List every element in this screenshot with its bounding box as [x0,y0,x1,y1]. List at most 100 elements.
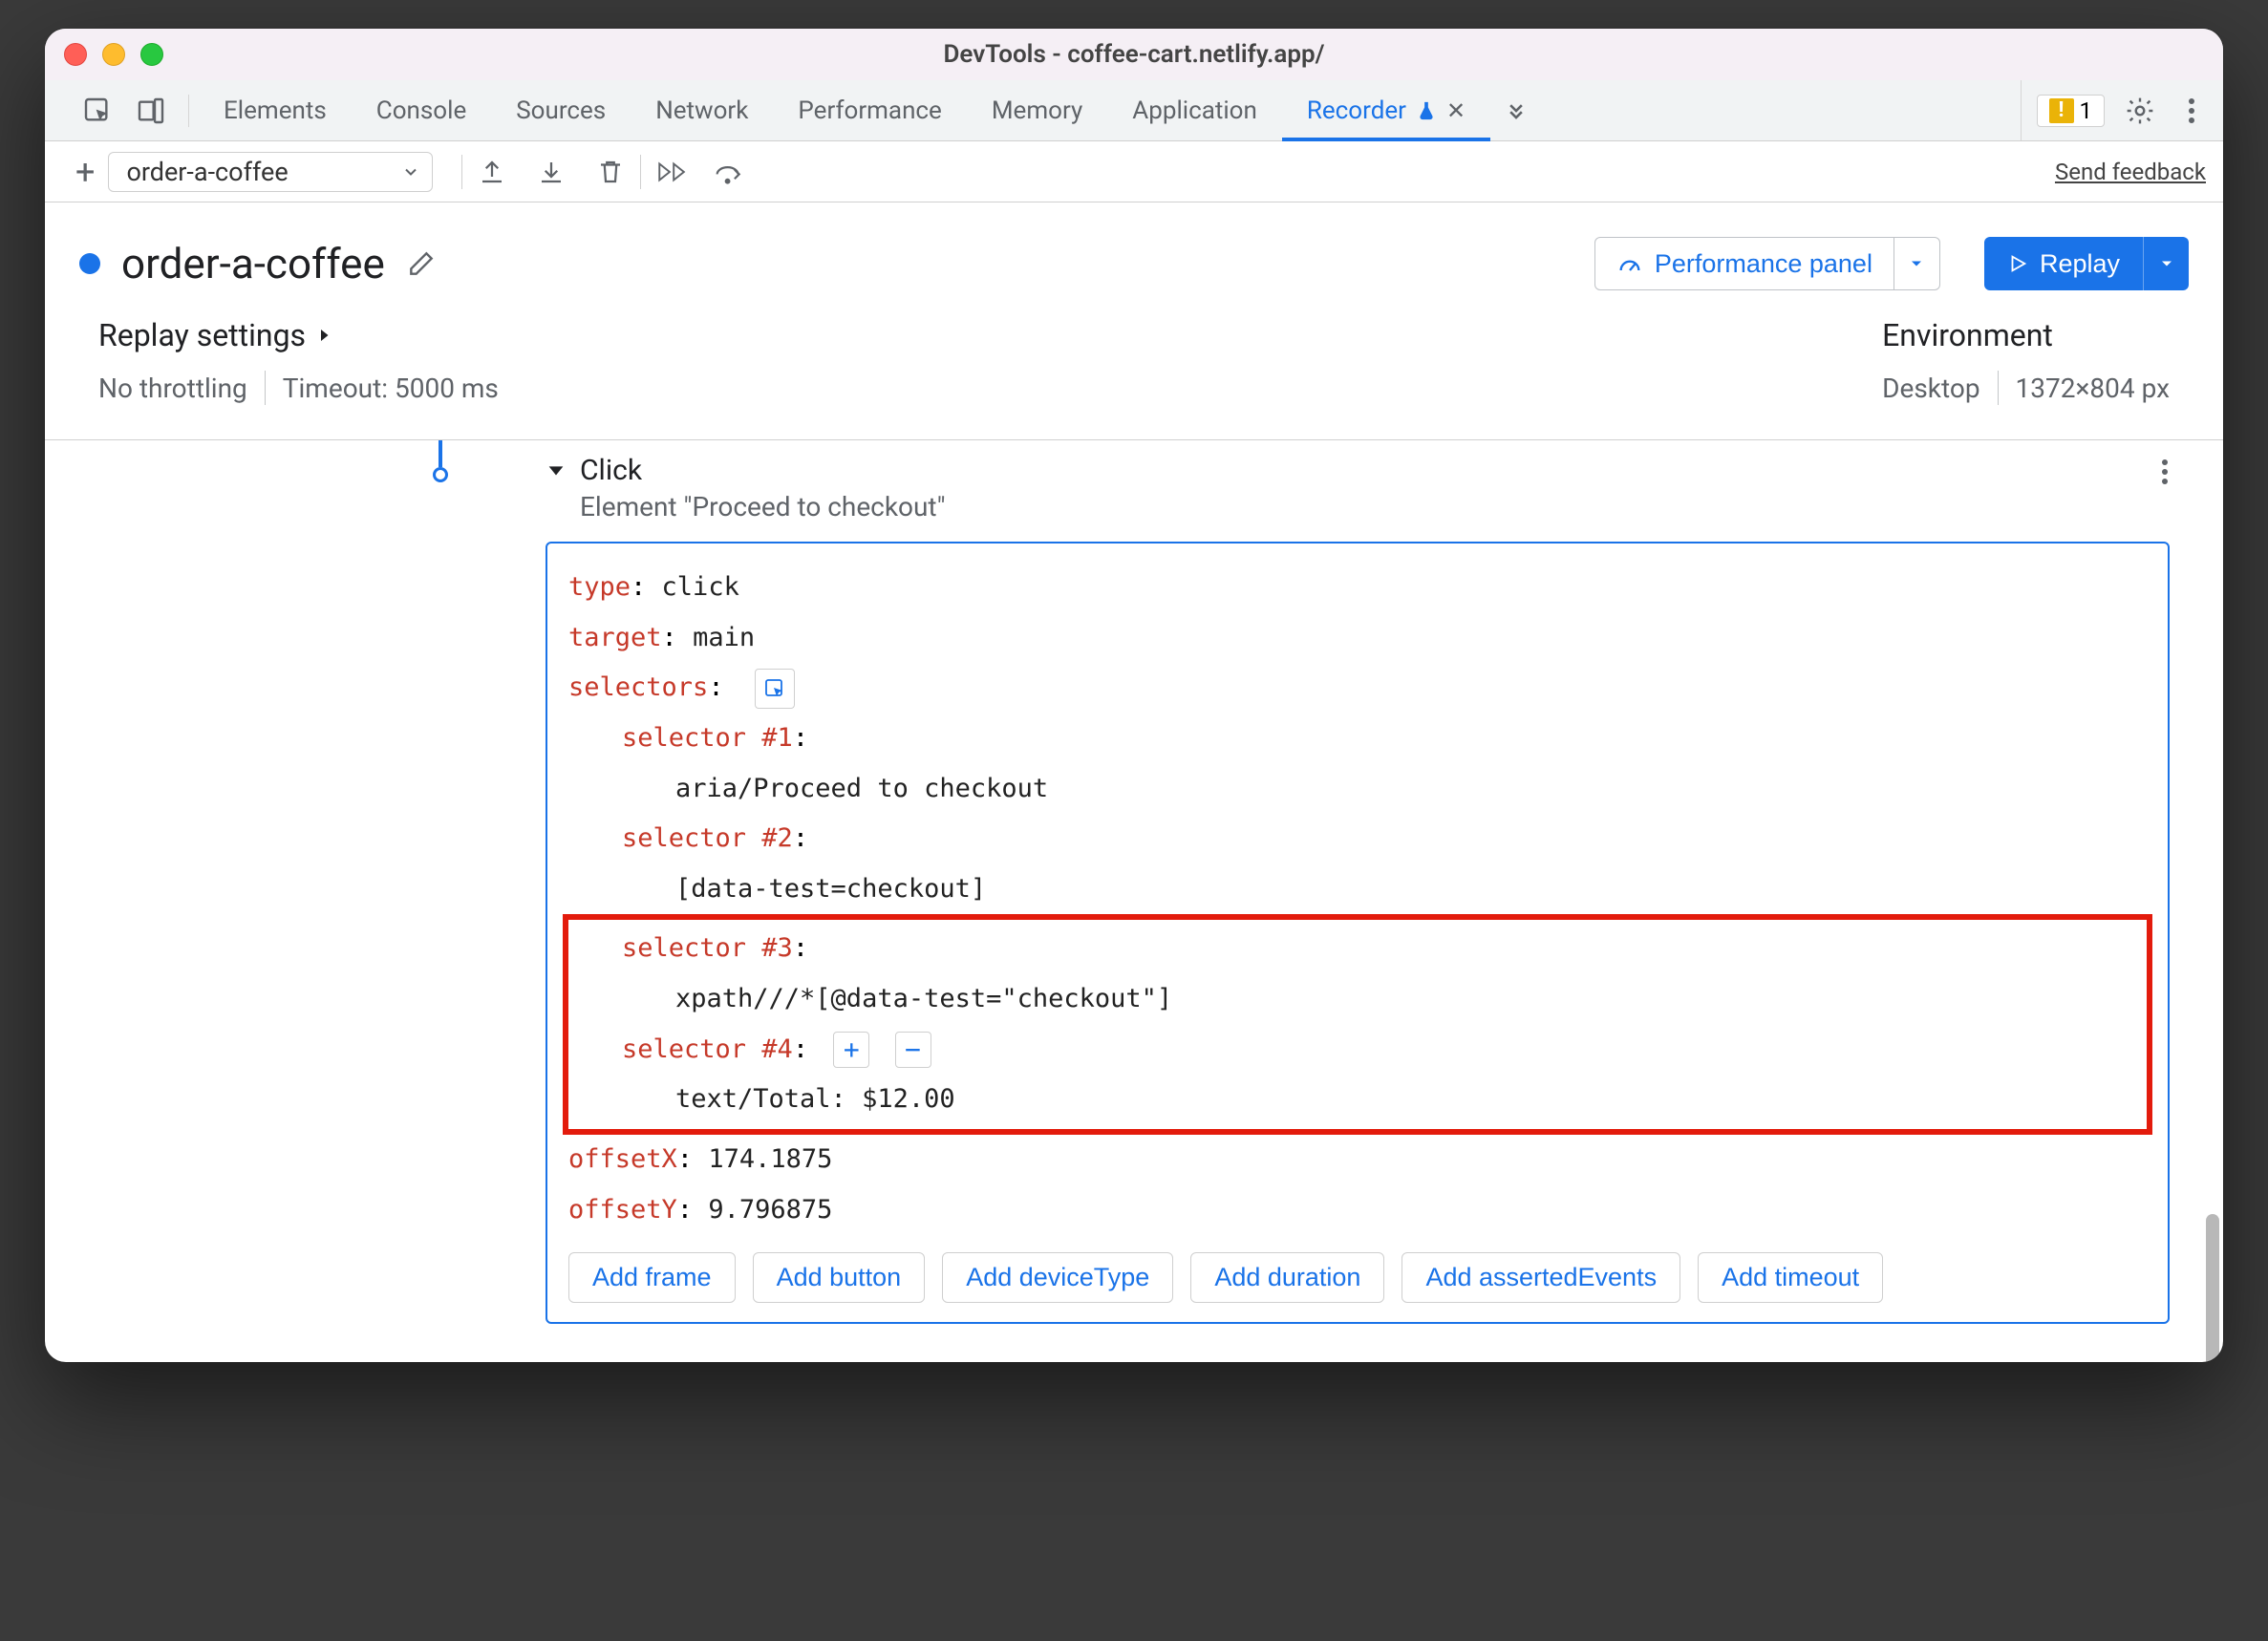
tab-recorder[interactable]: Recorder ✕ [1282,80,1490,140]
replay-label: Replay [2040,249,2120,279]
inspect-element-icon[interactable] [81,95,114,127]
selector3-key: selector #3 [622,933,793,963]
performance-panel-dropdown[interactable] [1894,237,1940,290]
issues-count: 1 [2080,97,2093,124]
environment-label: Environment [1882,317,2053,353]
target-value[interactable]: main [693,623,755,652]
tab-performance[interactable]: Performance [773,80,966,140]
more-menu-icon[interactable] [2175,95,2208,127]
issues-badge[interactable]: ! 1 [2037,95,2106,127]
step-over-icon[interactable] [714,156,746,188]
recorder-toolbar: + order-a-coffee [45,141,2223,202]
selector2-key: selector #2 [622,823,793,853]
add-button-button[interactable]: Add button [753,1252,926,1303]
divider [1998,371,1999,405]
window-title: DevTools - coffee-cart.netlify.app/ [45,40,2223,69]
play-icon [2007,253,2028,274]
element-picker-button[interactable] [755,669,795,709]
environment-heading: Environment [1882,317,2170,353]
replay-button-group: Replay [1984,237,2189,290]
throttling-value: No throttling [98,373,247,404]
selector1-key: selector #1 [622,723,793,753]
gauge-icon [1616,250,1643,277]
recording-status-dot [79,253,100,274]
vertical-scrollbar[interactable] [2206,1214,2219,1362]
recording-title: order-a-coffee [121,239,385,288]
recording-select-value: order-a-coffee [126,157,288,187]
send-feedback-link[interactable]: Send feedback [2055,159,2206,185]
more-tabs-icon[interactable] [1500,95,1532,127]
type-key: type [568,572,631,602]
add-property-row: Add frame Add button Add deviceType Add … [568,1252,2147,1303]
timeout-value: Timeout: 5000 ms [283,373,499,404]
device-toolbar-icon[interactable] [135,95,167,127]
tab-recorder-label: Recorder [1307,96,1406,125]
close-tab-icon[interactable]: ✕ [1446,97,1466,124]
add-assertedevents-button[interactable]: Add assertedEvents [1401,1252,1680,1303]
toolbar-divider [640,155,641,189]
inspect-toggle-area [60,95,189,127]
step-details-panel: type: click target: main selectors: sele… [546,542,2170,1324]
replay-dropdown[interactable] [2143,237,2189,290]
remove-selector-button[interactable]: − [895,1032,931,1068]
export-icon[interactable] [476,156,508,188]
settings-area: Replay settings No throttling Timeout: 5… [45,317,2223,440]
step-more-menu-icon[interactable] [2160,458,2170,486]
toolbar-divider [461,155,462,189]
step-play-icon[interactable] [654,156,687,188]
selector4-value[interactable]: text/Total: $12.00 [675,1084,955,1114]
add-selector-button[interactable]: + [833,1032,869,1068]
tab-application[interactable]: Application [1107,80,1282,140]
chevron-down-icon [401,162,420,181]
new-recording-button[interactable]: + [62,152,108,192]
flask-icon [1416,100,1437,121]
titlebar: DevTools - coffee-cart.netlify.app/ [45,29,2223,80]
selector1-value[interactable]: aria/Proceed to checkout [675,774,1048,803]
replay-settings-label: Replay settings [98,317,306,353]
tab-sources[interactable]: Sources [491,80,631,140]
selector4-key: selector #4 [622,1034,793,1064]
device-value: Desktop [1882,373,1979,404]
devtools-window: DevTools - coffee-cart.netlify.app/ Elem… [45,29,2223,1362]
add-duration-button[interactable]: Add duration [1190,1252,1384,1303]
timeline-dot [433,467,448,482]
selectors-key: selectors [568,672,708,702]
performance-panel-label: Performance panel [1655,249,1872,279]
highlight-annotation: selector #3: xpath///*[@data-test="check… [563,914,2152,1135]
warning-icon: ! [2049,98,2074,123]
performance-button-group: Performance panel [1594,237,1940,290]
import-icon[interactable] [535,156,567,188]
selector3-value[interactable]: xpath///*[@data-test="checkout"] [675,984,1172,1013]
recording-select[interactable]: order-a-coffee [108,152,433,192]
chevron-down-icon[interactable] [546,454,567,480]
target-key: target [568,623,662,652]
settings-gear-icon[interactable] [2124,95,2156,127]
add-timeout-button[interactable]: Add timeout [1698,1252,1883,1303]
selector2-value[interactable]: [data-test=checkout] [675,874,986,904]
tabs-bar: Elements Console Sources Network Perform… [45,80,2223,141]
offsety-key: offsetY [568,1195,677,1225]
recording-header: order-a-coffee Performance panel Replay [45,202,2223,317]
tab-console[interactable]: Console [352,80,491,140]
dimensions-value: 1372×804 px [2016,373,2170,404]
step-title: Click [580,454,946,487]
replay-settings-toggle[interactable]: Replay settings [98,317,1882,353]
add-devicetype-button[interactable]: Add deviceType [942,1252,1173,1303]
step-subtitle: Element "Proceed to checkout" [580,491,946,522]
type-value[interactable]: click [662,572,739,602]
tab-network[interactable]: Network [631,80,773,140]
add-frame-button[interactable]: Add frame [568,1252,736,1303]
tab-elements[interactable]: Elements [199,80,352,140]
tab-memory[interactable]: Memory [967,80,1107,140]
chevron-right-icon [315,324,332,347]
edit-title-icon[interactable] [406,248,437,279]
offsetx-value[interactable]: 174.1875 [708,1144,832,1174]
offsety-value[interactable]: 9.796875 [708,1195,832,1225]
timeline-line [439,440,442,467]
offsetx-key: offsetX [568,1144,677,1174]
divider [265,371,266,405]
delete-icon[interactable] [594,156,627,188]
performance-panel-button[interactable]: Performance panel [1594,237,1894,290]
step-area: Click Element "Proceed to checkout" type… [45,440,2223,1362]
replay-button[interactable]: Replay [1984,237,2143,290]
